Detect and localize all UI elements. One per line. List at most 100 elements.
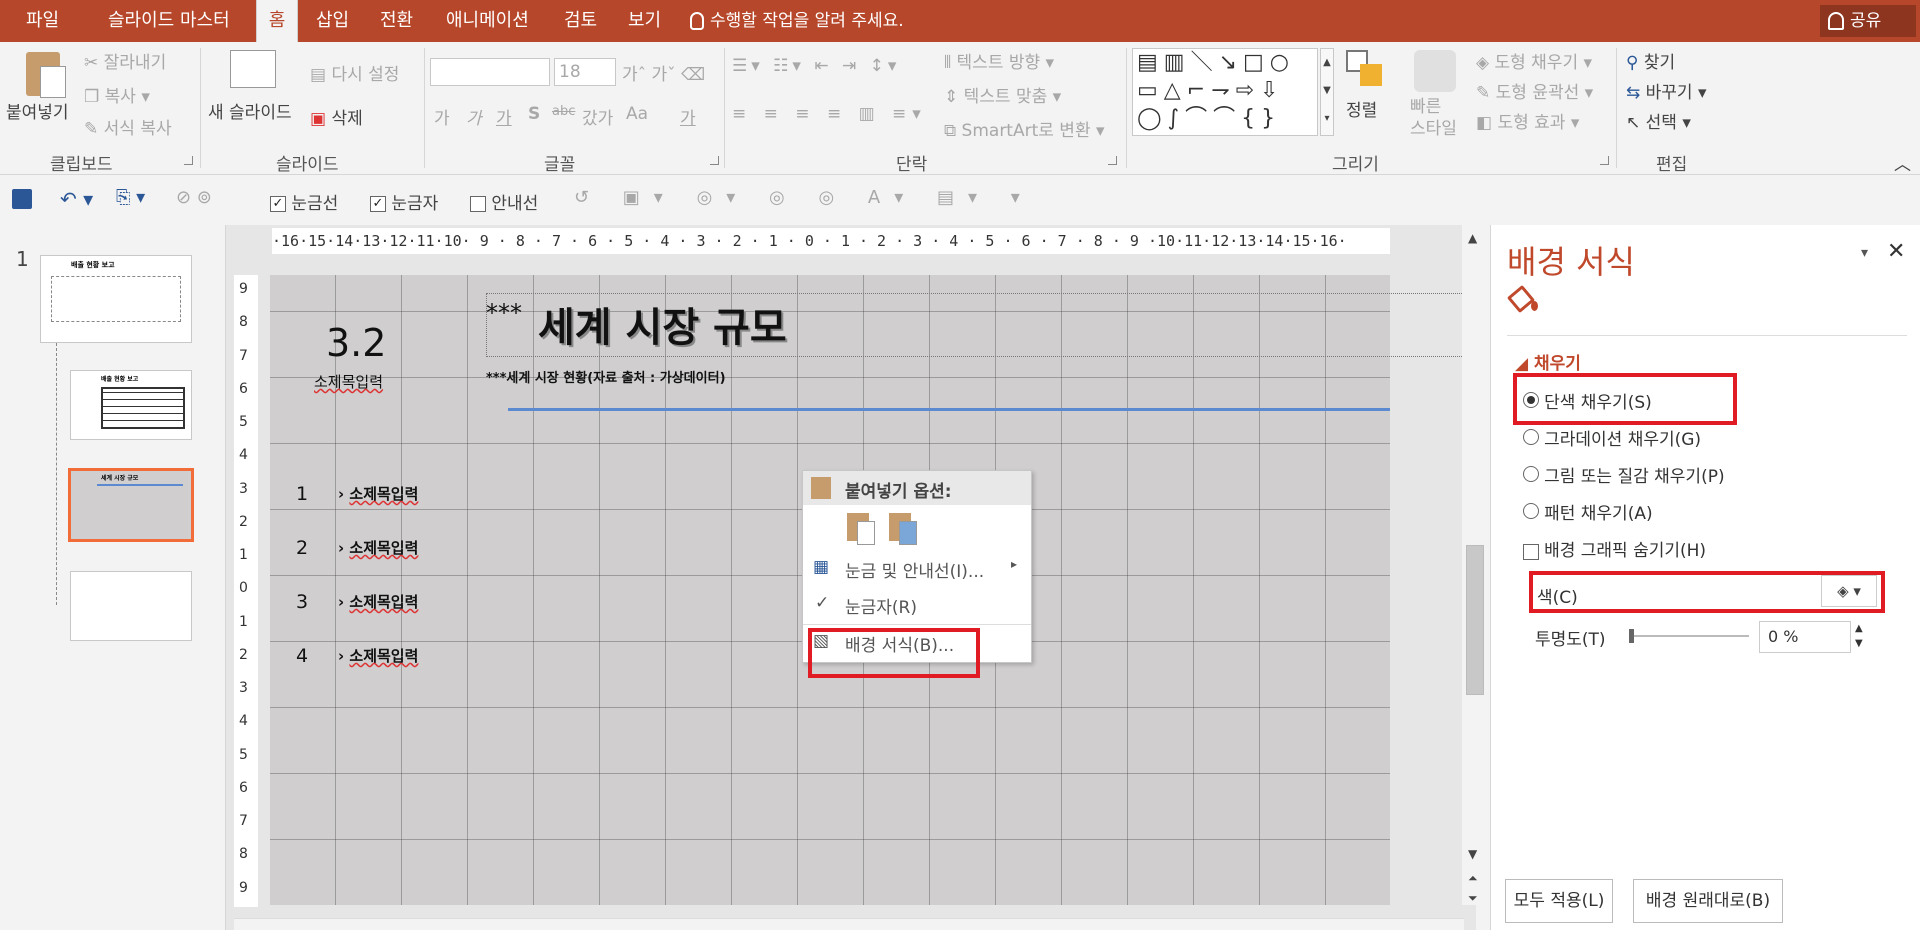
fill-section-header[interactable]: ◢ 채우기 — [1515, 349, 1581, 374]
picture-fill-radio[interactable] — [1523, 466, 1539, 482]
delete-slide-button[interactable]: ▣ 삭제 — [310, 104, 363, 129]
text-direction-button[interactable]: ⫴ 텍스트 방향 ▾ — [944, 48, 1054, 73]
tab-home[interactable]: 홈 — [256, 0, 298, 42]
font-launcher-icon[interactable] — [710, 156, 719, 165]
transparency-slider[interactable] — [1629, 635, 1749, 637]
arrange-button[interactable]: 정렬 — [1346, 96, 1377, 121]
tab-slide-master[interactable]: 슬라이드 마스터 — [104, 0, 234, 42]
cut-button[interactable]: ✂ 잘라내기 — [84, 48, 166, 73]
share-button[interactable]: 공유 — [1820, 5, 1916, 37]
apply-to-all-button[interactable]: 모두 적용(L) — [1505, 879, 1613, 923]
font-color-button[interactable]: 가 — [680, 104, 696, 129]
ruler-toggle[interactable]: ✓ 눈금자 — [370, 189, 438, 214]
clipboard-paste-icon[interactable]: ⎘ ▾ — [116, 187, 145, 208]
change-case-button[interactable]: Aa — [626, 104, 648, 124]
item-label[interactable]: › 소제목입력 — [338, 645, 418, 666]
master-thumbnail[interactable]: 배출 현황 보고 — [40, 255, 192, 343]
layout-thumbnail-table[interactable]: 배출 현황 보고 — [70, 370, 192, 440]
layout-thumbnail-blank[interactable] — [70, 571, 192, 641]
gradient-fill-radio[interactable] — [1523, 429, 1539, 445]
option-picture-fill[interactable]: 그림 또는 질감 채우기(P) — [1523, 462, 1725, 487]
gallery-scroll[interactable]: ▲ ▼ ▾ — [1320, 48, 1334, 136]
copy-button[interactable]: ❐ 복사 ▾ — [84, 82, 150, 107]
slide-title[interactable]: 세계 시장 규모 — [538, 295, 787, 353]
shape-outline-button[interactable]: ✎ 도형 윤곽선 ▾ — [1476, 78, 1593, 103]
scroll-down-icon[interactable]: ▼ — [1468, 847, 1477, 861]
list-buttons-icon[interactable]: ☰▾ ☷▾ ⇤ ⇥ ↕▾ — [732, 56, 900, 76]
italic-button[interactable]: 가 — [466, 104, 482, 129]
strikethrough-button[interactable]: abc — [552, 104, 575, 119]
underline-button[interactable]: 가 — [496, 104, 512, 129]
paste-label[interactable]: 붙여넣기 — [6, 98, 69, 123]
prev-slide-icon[interactable]: ⏶ — [1468, 871, 1478, 886]
paste-use-destination-icon[interactable] — [847, 511, 879, 547]
gridlines-checkbox[interactable]: ✓ — [270, 196, 286, 212]
shape-fill-button[interactable]: ◈ 도형 채우기 ▾ — [1476, 48, 1592, 73]
paste-as-picture-icon[interactable] — [889, 511, 921, 547]
tell-me-box[interactable]: 수행할 작업을 알려 주세요. — [690, 0, 904, 42]
pattern-fill-radio[interactable] — [1523, 503, 1539, 519]
shape-icon[interactable]: ⊘ ⊚ — [176, 187, 212, 208]
font-grow-icon[interactable]: 가ˆ 가ˇ ⌫ — [622, 60, 705, 85]
gridlines-toggle[interactable]: ✓ 눈금선 — [270, 189, 338, 214]
spinner-icon[interactable]: ▲ ▼ — [1855, 621, 1863, 651]
tab-animations[interactable]: 애니메이션 — [442, 0, 533, 42]
new-slide-button[interactable]: 새 슬라이드 — [208, 98, 292, 123]
transparency-slider-thumb[interactable] — [1629, 629, 1634, 643]
drawing-launcher-icon[interactable] — [1600, 156, 1609, 165]
collapse-ribbon-icon[interactable]: ︿ — [1894, 150, 1911, 175]
option-gradient-fill[interactable]: 그라데이션 채우기(G) — [1523, 425, 1701, 450]
quick-styles-button[interactable]: 빠른 스타일 — [1410, 96, 1457, 140]
menu-item-ruler[interactable]: ✓ 눈금자(R) — [803, 587, 1031, 621]
shape-effects-button[interactable]: ◧ 도형 효과 ▾ — [1476, 108, 1579, 133]
font-name-box[interactable] — [430, 58, 550, 86]
transparency-input[interactable]: 0 % — [1759, 621, 1851, 653]
tab-insert[interactable]: 삽입 — [312, 0, 353, 42]
font-size-box[interactable]: 18 — [554, 58, 616, 86]
undo-icon[interactable]: ↶ ▾ — [60, 187, 93, 211]
slide-subtitle[interactable]: ***세계 시장 현황(자료 출처 : 가상데이터) — [486, 367, 726, 386]
tab-review[interactable]: 검토 — [560, 0, 601, 42]
replace-button[interactable]: ⇆ 바꾸기 ▾ — [1626, 78, 1707, 103]
smartart-button[interactable]: ⧉ SmartArt로 변환 ▾ — [944, 116, 1105, 141]
scroll-up-icon[interactable]: ▲ — [1468, 231, 1477, 245]
horizontal-scrollbar[interactable] — [234, 918, 1464, 930]
option-hide-graphics[interactable]: 배경 그래픽 숨기기(H) — [1523, 536, 1706, 561]
format-painter-button[interactable]: ✎ 서식 복사 — [84, 114, 172, 139]
paragraph-launcher-icon[interactable] — [1108, 156, 1117, 165]
tab-view[interactable]: 보기 — [624, 0, 665, 42]
reset-background-button[interactable]: 배경 원래대로(B) — [1633, 879, 1783, 923]
bold-button[interactable]: 가 — [434, 104, 450, 129]
select-button[interactable]: ↖ 선택 ▾ — [1626, 108, 1691, 133]
layout-thumbnail-selected[interactable]: 세계 시장 규모 — [68, 468, 194, 542]
scroll-thumb[interactable] — [1466, 545, 1484, 695]
fill-bucket-icon[interactable] — [1506, 284, 1539, 315]
align-buttons-icon[interactable]: ≡ ≡ ≡ ≡ ▥ ≡▾ — [732, 104, 927, 124]
close-icon[interactable]: ✕ — [1887, 239, 1905, 264]
hide-graphics-checkbox[interactable] — [1523, 543, 1539, 560]
guides-toggle[interactable]: 안내선 — [470, 189, 538, 214]
next-slide-icon[interactable]: ⏷ — [1468, 891, 1478, 906]
item-label[interactable]: › 소제목입력 — [338, 591, 418, 612]
ruler-checkbox[interactable]: ✓ — [370, 196, 386, 212]
spacing-button[interactable]: 갔가 — [582, 104, 613, 129]
pane-options-icon[interactable]: ▾ — [1861, 245, 1868, 261]
shadow-button[interactable]: S — [528, 104, 540, 124]
item-label[interactable]: › 소제목입력 — [338, 537, 418, 558]
find-button[interactable]: ⚲ 찾기 — [1626, 48, 1675, 73]
align-text-button[interactable]: ⇕ 텍스트 맞춤 ▾ — [944, 82, 1061, 107]
arrange-icon[interactable] — [1346, 50, 1386, 90]
vertical-scrollbar[interactable]: ▲ ▼ ⏶ ⏷ — [1462, 225, 1488, 905]
more-tools-icon[interactable]: ↺ ▣▾ ◎▾ ◎ ◎ A▾ ▤▾ ▾ — [574, 187, 1034, 208]
reset-button[interactable]: ▤ 다시 설정 — [310, 60, 399, 85]
tab-file[interactable]: 파일 — [22, 0, 63, 42]
menu-item-grid-guides[interactable]: ▦ 눈금 및 안내선(I)... ▸ — [803, 551, 1031, 585]
option-pattern-fill[interactable]: 패턴 채우기(A) — [1523, 499, 1653, 524]
clipboard-launcher-icon[interactable] — [184, 156, 193, 165]
new-slide-icon[interactable] — [230, 50, 276, 88]
shapes-gallery[interactable]: ▤▥＼↘□○ ▭△⌐⇁⇨⇩ ◯∫⌒⌒{} — [1132, 48, 1318, 136]
save-icon[interactable] — [12, 189, 32, 209]
guides-checkbox[interactable] — [470, 196, 486, 212]
item-label[interactable]: › 소제목입력 — [338, 483, 418, 504]
tab-transitions[interactable]: 전환 — [376, 0, 417, 42]
